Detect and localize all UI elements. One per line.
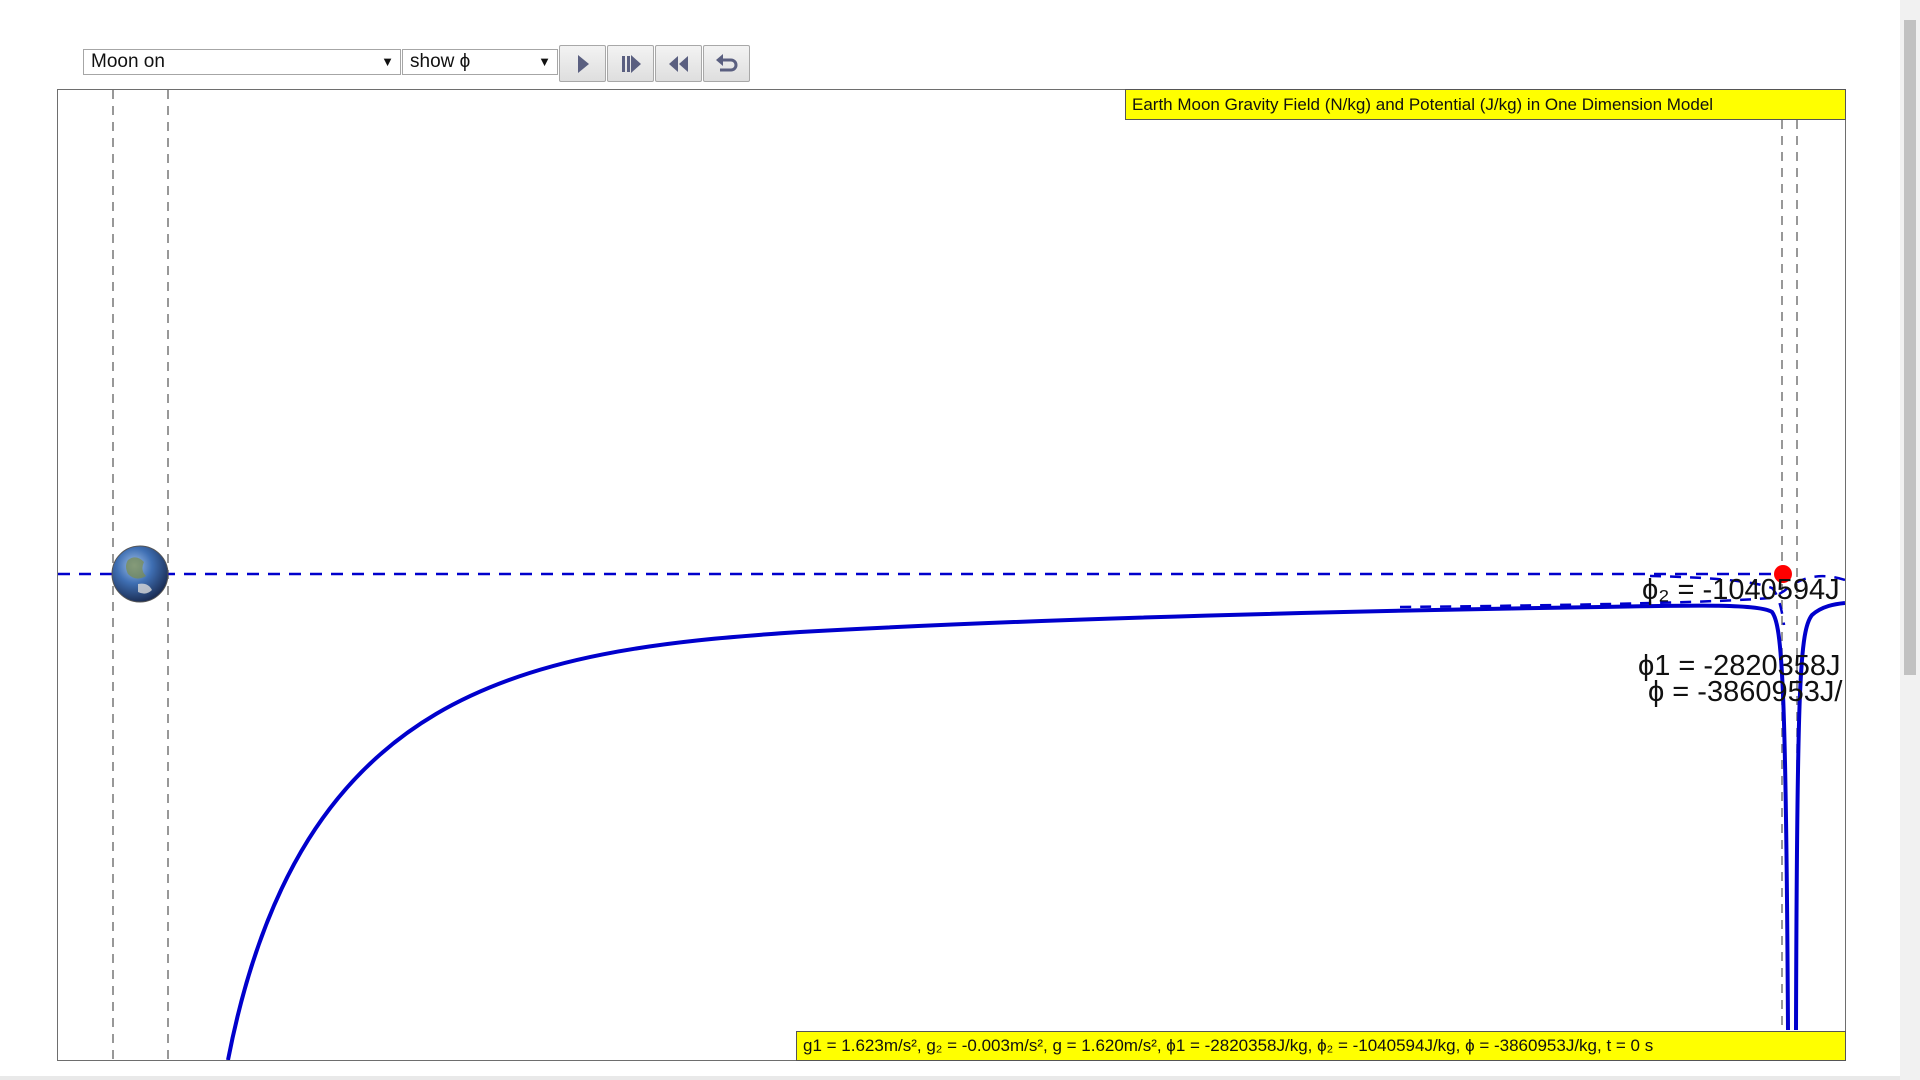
chart-title: Earth Moon Gravity Field (N/kg) and Pote… bbox=[1125, 89, 1846, 120]
rewind-button[interactable] bbox=[655, 45, 702, 82]
vertical-scrollbar[interactable] bbox=[1900, 0, 1920, 1080]
status-readout: g1 = 1.623m/s², g₂ = -0.003m/s², g = 1.6… bbox=[796, 1031, 1846, 1061]
display-select-value: show ϕ bbox=[410, 51, 471, 72]
reset-icon bbox=[715, 53, 737, 71]
phi-value-label: ϕ = -3860953J/ bbox=[1648, 676, 1843, 708]
moon-select[interactable]: Moon on ▼ bbox=[83, 49, 401, 75]
reset-button[interactable] bbox=[703, 45, 750, 82]
display-select[interactable]: show ϕ ▼ bbox=[402, 49, 558, 75]
plot-area[interactable] bbox=[57, 89, 1846, 1061]
scrollbar-thumb[interactable] bbox=[1904, 20, 1916, 675]
phi2-value-label: ϕ₂ = -1040594J bbox=[1642, 574, 1840, 606]
step-forward-icon bbox=[621, 54, 641, 73]
play-button[interactable] bbox=[559, 45, 606, 82]
step-forward-button[interactable] bbox=[607, 45, 654, 82]
moon-select-value: Moon on bbox=[91, 51, 165, 72]
rewind-icon bbox=[668, 55, 688, 72]
horizontal-scrollbar[interactable] bbox=[0, 1076, 1900, 1080]
chevron-down-icon: ▼ bbox=[381, 54, 394, 69]
play-icon bbox=[577, 54, 589, 73]
chevron-down-icon: ▼ bbox=[538, 54, 551, 69]
